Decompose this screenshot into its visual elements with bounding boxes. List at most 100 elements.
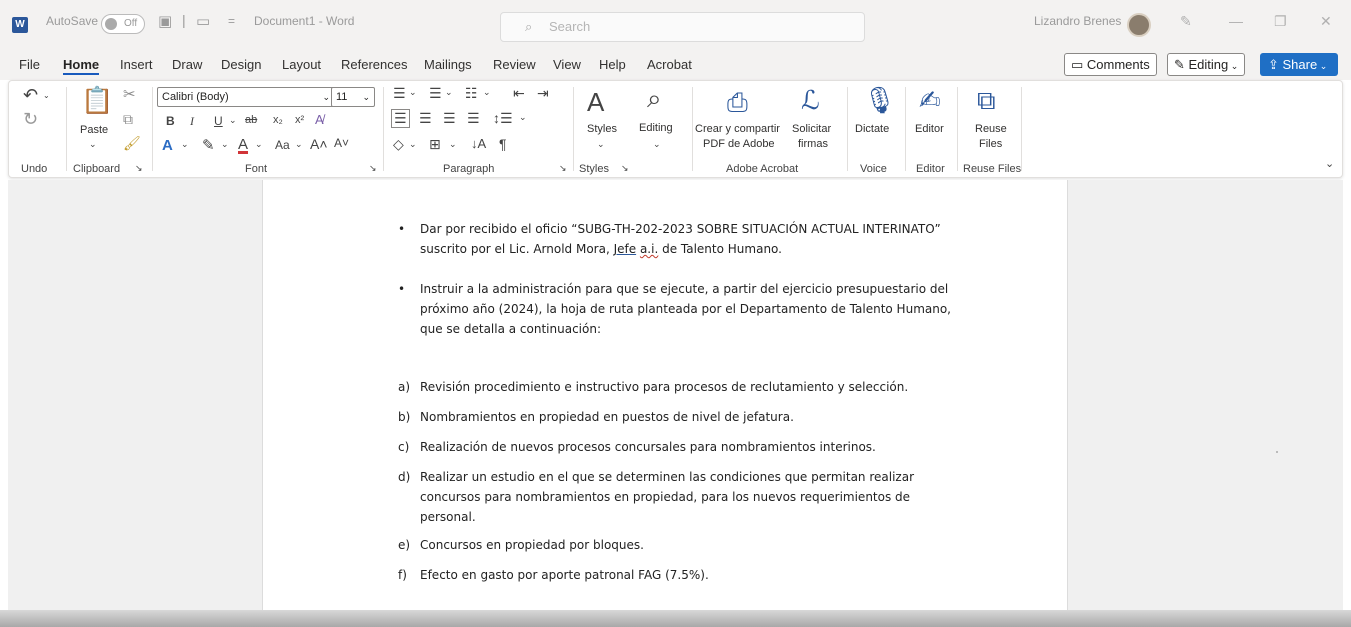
styles-icon[interactable]: A <box>587 89 604 115</box>
align-right-icon[interactable]: ☰ <box>443 110 456 127</box>
clear-formatting-icon[interactable]: A̸ <box>315 112 324 127</box>
microphone-icon[interactable]: 🎙 <box>863 87 896 113</box>
tab-references[interactable]: References <box>341 57 407 72</box>
italic-icon[interactable]: I <box>190 114 194 129</box>
styles-label[interactable]: Styles <box>587 123 617 135</box>
underline-dropdown-icon[interactable]: ⌄ <box>229 115 237 126</box>
paste-icon[interactable]: 📋 <box>81 87 113 113</box>
text-effects-icon[interactable]: A <box>162 137 173 154</box>
font-launcher-icon[interactable]: ↘ <box>369 163 377 174</box>
line-spacing-dropdown-icon[interactable]: ⌄ <box>519 112 527 123</box>
font-name-select[interactable]: Calibri (Body) ⌄ <box>157 87 335 107</box>
redo-icon[interactable]: ↻ <box>23 109 38 130</box>
shading-dropdown-icon[interactable]: ⌄ <box>409 139 417 150</box>
font-size-select[interactable]: 11 ⌄ <box>331 87 375 107</box>
text-effects-dropdown-icon[interactable]: ⌄ <box>181 139 189 150</box>
user-name[interactable]: Lizandro Brenes <box>1034 14 1121 28</box>
request-signatures-label-2[interactable]: firmas <box>798 138 828 150</box>
multilevel-dropdown-icon[interactable]: ⌄ <box>483 87 491 98</box>
numbering-icon[interactable]: ☰ <box>429 85 442 102</box>
layout-icon[interactable]: ▭ <box>196 12 210 30</box>
highlight-icon[interactable]: ✎ <box>202 136 215 154</box>
editing-label[interactable]: Editing <box>639 122 673 134</box>
editing-mode-button[interactable]: ✎ Editing ⌄ <box>1167 53 1246 76</box>
sort-icon[interactable]: ↓A <box>471 136 486 151</box>
dictate-label[interactable]: Dictate <box>855 123 889 135</box>
tab-review[interactable]: Review <box>493 57 536 72</box>
tab-mailings[interactable]: Mailings <box>424 57 472 72</box>
underline-icon[interactable]: U <box>214 114 223 128</box>
comments-button[interactable]: ▭ Comments <box>1064 53 1157 76</box>
minimize-icon[interactable]: — <box>1229 13 1243 29</box>
paste-dropdown-icon[interactable]: ⌄ <box>89 139 97 150</box>
autosave-toggle[interactable]: Off <box>101 14 145 34</box>
bullets-icon[interactable]: ☰ <box>393 85 406 102</box>
editing-dropdown-icon[interactable]: ⌄ <box>653 139 661 150</box>
customize-quick-access-icon[interactable]: = <box>228 14 235 28</box>
subscript-icon[interactable]: x₂ <box>273 114 283 126</box>
change-case-dropdown-icon[interactable]: ⌄ <box>295 139 303 150</box>
increase-indent-icon[interactable]: ⇥ <box>537 85 549 102</box>
change-case-icon[interactable]: Aa <box>275 138 290 152</box>
styles-launcher-icon[interactable]: ↘ <box>621 163 629 174</box>
numbering-dropdown-icon[interactable]: ⌄ <box>445 87 453 98</box>
tab-file[interactable]: File <box>19 57 40 72</box>
highlight-dropdown-icon[interactable]: ⌄ <box>221 139 229 150</box>
tab-draw[interactable]: Draw <box>172 57 202 72</box>
tab-layout[interactable]: Layout <box>282 57 321 72</box>
cut-icon[interactable]: ✂ <box>123 85 136 103</box>
tab-view[interactable]: View <box>553 57 581 72</box>
show-formatting-icon[interactable]: ¶ <box>499 136 507 152</box>
avatar[interactable] <box>1127 13 1151 37</box>
bullets-dropdown-icon[interactable]: ⌄ <box>409 87 417 98</box>
copy-icon[interactable]: ⧉ <box>123 111 133 128</box>
line-spacing-icon[interactable]: ↕☰ <box>493 110 513 127</box>
multilevel-list-icon[interactable]: ☷ <box>465 85 478 102</box>
justify-icon[interactable]: ☰ <box>467 110 480 127</box>
tab-acrobat[interactable]: Acrobat <box>647 57 692 72</box>
paragraph-launcher-icon[interactable]: ↘ <box>559 163 567 174</box>
grow-font-icon[interactable]: A˄ <box>310 136 328 152</box>
align-left-icon[interactable]: ☰ <box>391 109 410 128</box>
reuse-label-2[interactable]: Files <box>979 138 1002 150</box>
tab-design[interactable]: Design <box>221 57 261 72</box>
tab-home[interactable]: Home <box>63 57 100 75</box>
tab-help[interactable]: Help <box>599 57 626 72</box>
tab-insert[interactable]: Insert <box>120 57 153 72</box>
create-pdf-icon[interactable]: ⎙ <box>727 89 748 115</box>
decrease-indent-icon[interactable]: ⇤ <box>513 85 525 102</box>
search-box[interactable]: ⌕ Search <box>500 12 865 42</box>
undo-dropdown-icon[interactable]: ⌄ <box>43 91 50 100</box>
close-icon[interactable]: ✕ <box>1320 13 1332 30</box>
shading-icon[interactable]: ◇ <box>393 136 404 153</box>
borders-dropdown-icon[interactable]: ⌄ <box>449 139 457 150</box>
pen-icon[interactable]: ✎ <box>1180 13 1192 30</box>
reuse-files-icon[interactable]: ⧉ <box>977 87 996 113</box>
create-pdf-label-2[interactable]: PDF de Adobe <box>703 138 775 150</box>
restore-icon[interactable]: ❐ <box>1274 13 1287 30</box>
save-icon[interactable]: ▣ <box>158 12 172 30</box>
reuse-label-1[interactable]: Reuse <box>975 123 1007 135</box>
request-signatures-label-1[interactable]: Solicitar <box>792 123 831 135</box>
align-center-icon[interactable]: ☰ <box>419 110 432 127</box>
request-signatures-icon[interactable]: ℒ <box>801 87 820 113</box>
font-color-dropdown-icon[interactable]: ⌄ <box>255 139 263 150</box>
shrink-font-icon[interactable]: A˅ <box>334 136 349 150</box>
format-painter-icon[interactable]: 🖌 <box>123 135 141 152</box>
font-color-icon[interactable]: A <box>238 136 248 153</box>
superscript-icon[interactable]: x² <box>295 114 304 126</box>
clipboard-launcher-icon[interactable]: ↘ <box>135 163 143 174</box>
borders-icon[interactable]: ⊞ <box>429 136 441 153</box>
bold-icon[interactable]: B <box>166 114 175 128</box>
editor-icon[interactable]: ✍ <box>919 87 941 113</box>
editing-search-icon[interactable]: ⌕ <box>647 85 662 111</box>
editor-label[interactable]: Editor <box>915 123 944 135</box>
share-button[interactable]: ⇪ Share ⌄ <box>1260 53 1338 76</box>
paste-label[interactable]: Paste <box>80 124 108 136</box>
divider <box>573 87 574 171</box>
create-pdf-label-1[interactable]: Crear y compartir <box>695 123 780 135</box>
styles-dropdown-icon[interactable]: ⌄ <box>597 139 605 150</box>
undo-icon[interactable]: ↶ <box>23 85 38 106</box>
strikethrough-icon[interactable]: ab <box>245 114 257 126</box>
collapse-ribbon-icon[interactable]: ⌄ <box>1325 157 1334 170</box>
